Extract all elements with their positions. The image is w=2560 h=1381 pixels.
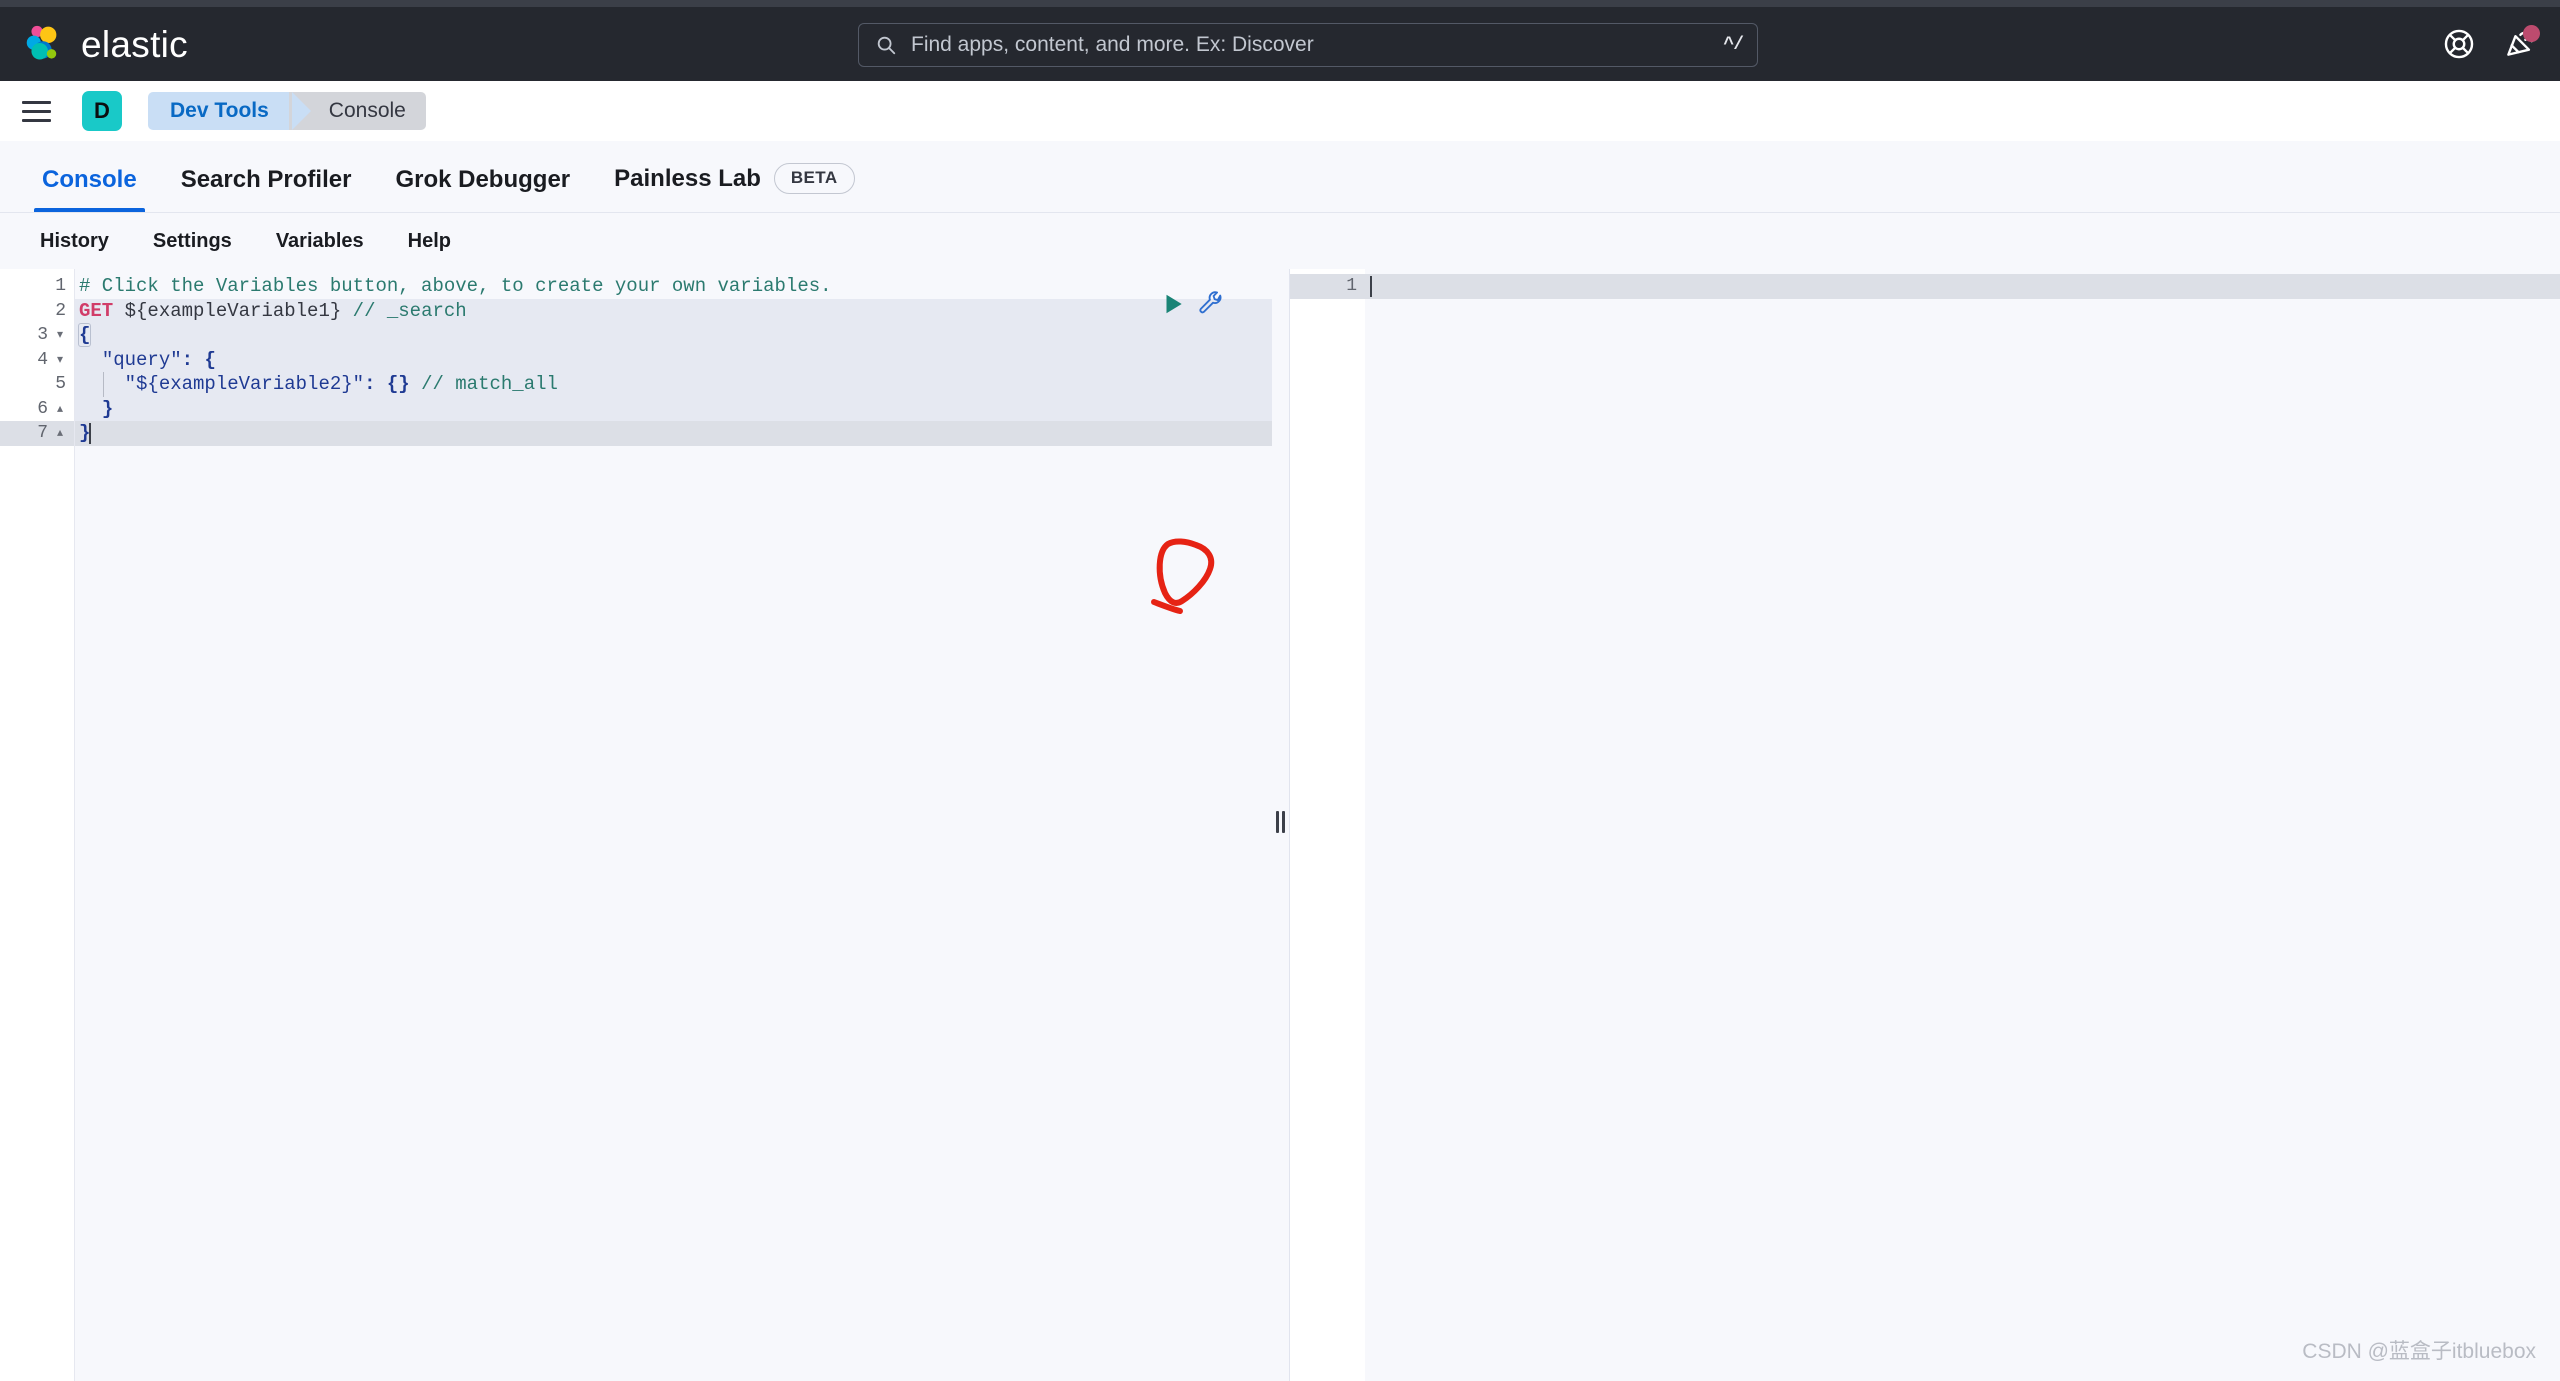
settings-button[interactable]: Settings bbox=[131, 230, 254, 253]
code-line-2[interactable]: GET ${exampleVariable1} // _search bbox=[75, 299, 1272, 324]
drag-handle-vertical-icon[interactable] bbox=[1276, 811, 1286, 833]
tab-console[interactable]: Console bbox=[20, 166, 159, 212]
gutter-line-active[interactable]: 7 ▴ bbox=[0, 421, 74, 446]
gutter-line[interactable]: 1 bbox=[0, 274, 74, 299]
line-number: 6 bbox=[37, 399, 48, 419]
tab-painless-lab-label: Painless Lab bbox=[614, 165, 761, 193]
help-lifebuoy-icon[interactable] bbox=[2442, 27, 2476, 61]
code-line-7-active[interactable]: } bbox=[75, 421, 1272, 446]
search-input[interactable]: Find apps, content, and more. Ex: Discov… bbox=[911, 33, 1723, 57]
elastic-logo-icon bbox=[22, 23, 64, 65]
hamburger-menu-icon[interactable] bbox=[22, 93, 58, 129]
code-line-6[interactable]: } bbox=[75, 397, 1272, 422]
pane-splitter[interactable] bbox=[1272, 269, 1290, 1381]
editor-gutter[interactable]: 1 2 3 ▾ 4 ▾ 5 6 ▴ 7 bbox=[0, 269, 75, 1381]
response-code-editor[interactable] bbox=[1365, 269, 2560, 1381]
request-path: ${exampleVariable1} bbox=[113, 300, 341, 322]
watermark: CSDN @蓝盒子itbluebox bbox=[2302, 1335, 2536, 1365]
line-number: 3 bbox=[37, 325, 48, 345]
breadcrumb-item-dev-tools[interactable]: Dev Tools bbox=[148, 92, 293, 130]
beta-badge: BETA bbox=[774, 163, 855, 194]
line-number: 7 bbox=[37, 423, 48, 443]
fold-toggle-icon[interactable]: ▾ bbox=[54, 354, 66, 366]
search-shortcut-badge: ^/ bbox=[1723, 35, 1743, 55]
brand-logo-group[interactable]: elastic bbox=[22, 23, 188, 65]
code-comment: // _search bbox=[341, 300, 466, 322]
fold-toggle-icon[interactable]: ▾ bbox=[54, 329, 66, 341]
request-action-buttons bbox=[1160, 291, 1224, 322]
play-send-request-icon[interactable] bbox=[1160, 291, 1186, 322]
response-output-pane: 1 bbox=[1290, 269, 2560, 1381]
json-brace: : { bbox=[182, 349, 216, 371]
json-key: "query" bbox=[102, 349, 182, 371]
fold-toggle-icon[interactable]: ▴ bbox=[54, 427, 66, 439]
code-line-1[interactable]: # Click the Variables button, above, to … bbox=[75, 274, 1272, 299]
window-top-strip bbox=[0, 0, 2560, 7]
breadcrumb-bar: D Dev Tools Console bbox=[0, 81, 2560, 141]
json-brace: : {} bbox=[364, 373, 410, 395]
variables-button[interactable]: Variables bbox=[254, 230, 386, 253]
line-number: 5 bbox=[55, 374, 66, 394]
code-line-4[interactable]: "query": { bbox=[75, 348, 1272, 373]
announcement-megaphone-icon[interactable] bbox=[2502, 27, 2536, 61]
gutter-line[interactable]: 5 bbox=[0, 372, 74, 397]
gutter-line[interactable]: 2 bbox=[0, 299, 74, 324]
json-key: "${exampleVariable2}" bbox=[125, 373, 364, 395]
json-brace: } bbox=[102, 398, 113, 420]
help-button[interactable]: Help bbox=[386, 230, 473, 253]
request-code-editor[interactable]: # Click the Variables button, above, to … bbox=[75, 269, 1272, 1381]
notification-badge-dot bbox=[2523, 25, 2540, 42]
gutter-line[interactable]: 4 ▾ bbox=[0, 348, 74, 373]
line-number: 1 bbox=[1346, 276, 1357, 296]
tab-search-profiler[interactable]: Search Profiler bbox=[159, 166, 374, 212]
dev-tools-tabs: Console Search Profiler Grok Debugger Pa… bbox=[0, 141, 2560, 213]
history-button[interactable]: History bbox=[18, 230, 131, 253]
gutter-line[interactable]: 6 ▴ bbox=[0, 397, 74, 422]
output-line-1[interactable] bbox=[1365, 274, 2560, 299]
search-icon bbox=[875, 34, 897, 56]
wrench-console-menu-icon[interactable] bbox=[1198, 291, 1224, 322]
output-gutter[interactable]: 1 bbox=[1290, 269, 1365, 1381]
tab-painless-lab[interactable]: Painless Lab BETA bbox=[592, 163, 876, 212]
tab-search-profiler-label: Search Profiler bbox=[181, 166, 352, 194]
output-gutter-line[interactable]: 1 bbox=[1290, 274, 1365, 299]
tab-grok-debugger-label: Grok Debugger bbox=[395, 166, 570, 194]
text-caret bbox=[89, 423, 91, 444]
brand-name: elastic bbox=[81, 26, 188, 63]
indent-guide bbox=[103, 372, 104, 397]
space-avatar[interactable]: D bbox=[82, 91, 122, 131]
header-actions bbox=[2442, 7, 2536, 81]
console-toolbar: History Settings Variables Help bbox=[0, 213, 2560, 269]
global-header: elastic Find apps, content, and more. Ex… bbox=[0, 7, 2560, 81]
code-line-3[interactable]: { bbox=[75, 323, 1272, 348]
line-number: 1 bbox=[55, 276, 66, 296]
fold-toggle-icon[interactable]: ▴ bbox=[54, 403, 66, 415]
tab-grok-debugger[interactable]: Grok Debugger bbox=[373, 166, 592, 212]
breadcrumb: Dev Tools Console bbox=[148, 92, 426, 130]
line-number: 4 bbox=[37, 350, 48, 370]
code-comment: # Click the Variables button, above, to … bbox=[79, 275, 832, 297]
console-workspace: 1 2 3 ▾ 4 ▾ 5 6 ▴ 7 bbox=[0, 269, 2560, 1381]
line-number: 2 bbox=[55, 301, 66, 321]
gutter-line[interactable]: 3 ▾ bbox=[0, 323, 74, 348]
request-editor-pane: 1 2 3 ▾ 4 ▾ 5 6 ▴ 7 bbox=[0, 269, 1272, 1381]
http-method: GET bbox=[79, 300, 113, 322]
text-caret bbox=[1370, 276, 1372, 297]
code-line-5[interactable]: "${exampleVariable2}": {} // match_all bbox=[75, 372, 1272, 397]
json-brace: { bbox=[79, 324, 90, 346]
code-comment: // match_all bbox=[410, 373, 558, 395]
tab-console-label: Console bbox=[42, 166, 137, 194]
global-search-bar[interactable]: Find apps, content, and more. Ex: Discov… bbox=[858, 23, 1758, 67]
